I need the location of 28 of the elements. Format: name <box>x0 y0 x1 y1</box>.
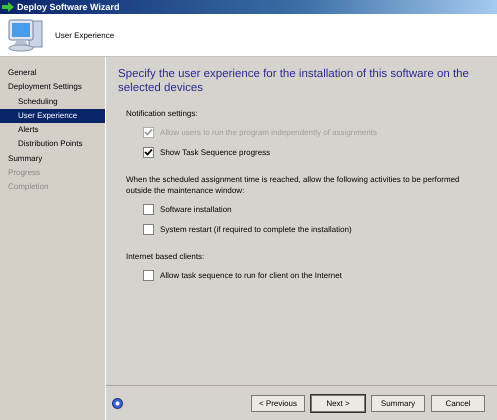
section-label: Internet based clients: <box>126 251 206 262</box>
checkbox-label: Software installation <box>160 205 232 214</box>
arrow-icon <box>2 2 14 12</box>
wizard-button[interactable]: < Previous <box>251 394 305 412</box>
checkbox-label: Show Task Sequence progress <box>160 148 270 157</box>
section-label: When the scheduled assignment time is reached, allow the following activities to be performed outside the maintenance window: <box>126 174 461 196</box>
section-label: Notification settings: <box>126 108 199 119</box>
window-title: Deploy Software Wizard <box>17 2 120 12</box>
computer-icon <box>7 17 45 53</box>
help-icon[interactable] <box>112 398 123 408</box>
wizard-button[interactable]: Cancel <box>431 394 485 412</box>
checkbox-label: Allow task sequence to run for client on the Internet <box>160 271 342 280</box>
page-title: User Experience <box>55 30 114 40</box>
wizard-button[interactable]: Next > <box>311 394 365 412</box>
checkbox[interactable] <box>143 270 154 281</box>
sidebar-item[interactable]: Deployment Settings <box>0 80 105 95</box>
heading: Specify the user experience for the installation of this software on the selected devices <box>118 67 470 95</box>
checkbox[interactable] <box>143 204 154 215</box>
wizard-button[interactable]: Summary <box>371 394 425 412</box>
sidebar-item[interactable]: Alerts <box>0 123 105 138</box>
sidebar-item[interactable]: Distribution Points <box>0 137 105 152</box>
checkbox[interactable] <box>143 224 154 235</box>
sidebar-item[interactable]: User Experience <box>0 108 105 124</box>
sidebar-item[interactable]: General <box>0 66 105 80</box>
sidebar-item[interactable]: Summary <box>0 152 105 166</box>
checkbox-label: System restart (if required to complete the installation) <box>160 225 352 234</box>
checkbox[interactable] <box>143 147 154 158</box>
sidebar-item[interactable]: Scheduling <box>0 94 105 109</box>
